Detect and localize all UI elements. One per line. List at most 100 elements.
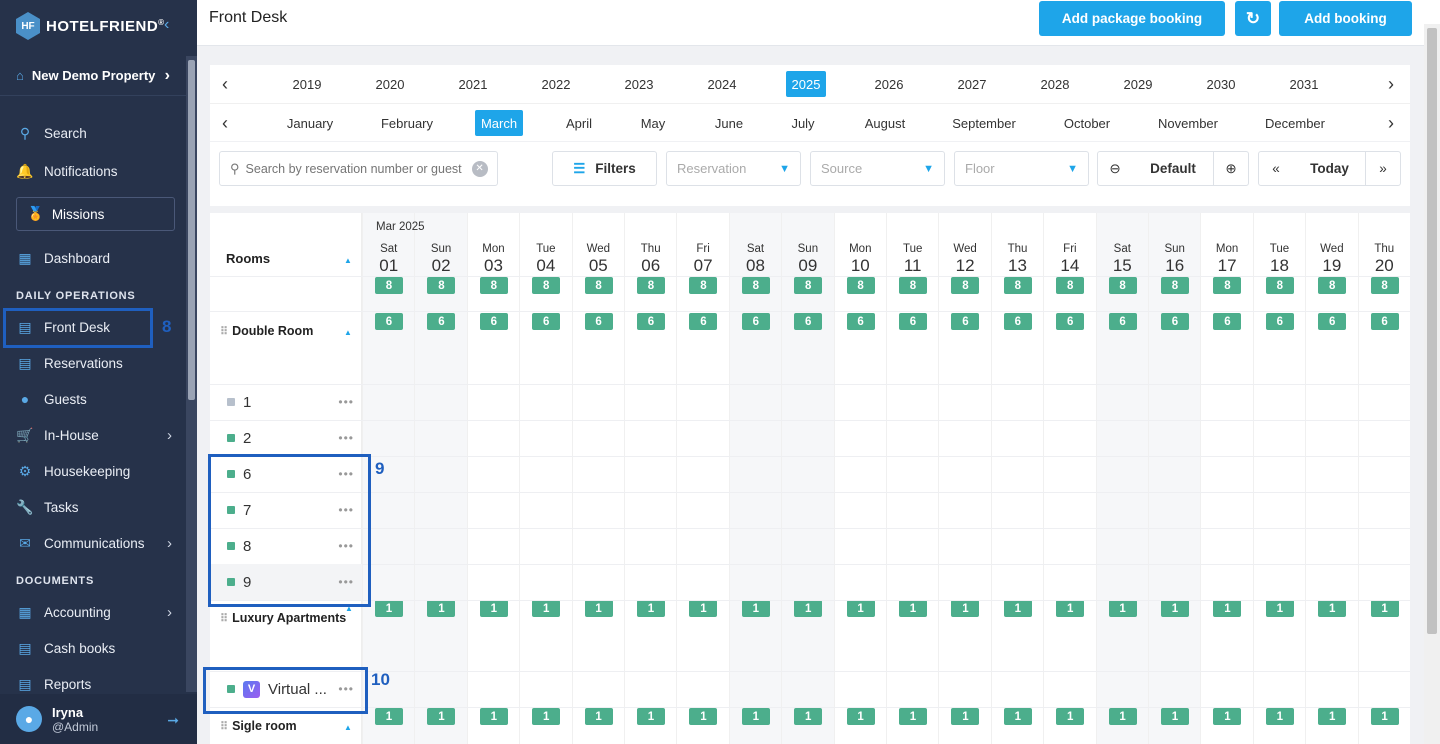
- year-2023[interactable]: 2023: [619, 71, 659, 97]
- more-options-icon[interactable]: •••: [338, 395, 354, 409]
- sidebar-item-search[interactable]: ⚲ Search: [0, 117, 186, 149]
- category-availability-badge[interactable]: 1: [741, 600, 770, 617]
- category-availability-badge[interactable]: 6: [427, 313, 456, 330]
- next-year-icon[interactable]: ›: [1388, 74, 1394, 95]
- month-october[interactable]: October: [1042, 110, 1132, 136]
- category-availability-badge[interactable]: 1: [1056, 708, 1085, 725]
- zoom-out-button[interactable]: ⊖: [1097, 151, 1133, 186]
- year-2019[interactable]: 2019: [287, 71, 327, 97]
- add-booking-button[interactable]: Add booking: [1279, 1, 1412, 36]
- category-availability-badge[interactable]: 1: [1003, 600, 1032, 617]
- zoom-in-button[interactable]: ⊕: [1213, 151, 1249, 186]
- sidebar-item-in-house[interactable]: 🛒 In-House ›: [0, 419, 186, 451]
- sidebar-item-cash-books[interactable]: ▤ Cash books: [0, 632, 186, 664]
- day-column[interactable]: Thu 20 8 6 1 1: [1357, 213, 1410, 744]
- day-column[interactable]: Wed 19 8 6 1 1: [1305, 213, 1357, 744]
- next-month-icon[interactable]: ›: [1388, 113, 1394, 134]
- category-availability-badge[interactable]: 6: [1056, 313, 1085, 330]
- month-february[interactable]: February: [362, 110, 452, 136]
- year-2026[interactable]: 2026: [869, 71, 909, 97]
- category-availability-badge[interactable]: 1: [479, 600, 508, 617]
- category-availability-badge[interactable]: 1: [846, 708, 875, 725]
- sidebar-item-notifications[interactable]: 🔔 Notifications: [0, 155, 186, 187]
- day-column[interactable]: Thu 13 8 6 1 1: [990, 213, 1043, 744]
- category-availability-badge[interactable]: 6: [479, 313, 508, 330]
- month-december[interactable]: December: [1250, 110, 1340, 136]
- logout-icon[interactable]: ➞: [167, 712, 179, 729]
- category-availability-badge[interactable]: 1: [584, 708, 613, 725]
- reservation-select[interactable]: Reservation ▼: [666, 151, 801, 186]
- day-column[interactable]: Wed 12 8 6 1 1: [938, 213, 990, 744]
- category-availability-badge[interactable]: 6: [1161, 313, 1189, 330]
- day-column[interactable]: Tue 04 8 6 1 1: [519, 213, 571, 744]
- month-september[interactable]: September: [939, 110, 1029, 136]
- category-availability-badge[interactable]: 6: [1003, 313, 1032, 330]
- category-availability-badge[interactable]: 1: [1370, 708, 1399, 725]
- day-column[interactable]: Sat 15 8 6 1 1: [1095, 213, 1148, 744]
- category-availability-badge[interactable]: 1: [899, 600, 927, 617]
- category-availability-badge[interactable]: 6: [794, 313, 823, 330]
- day-column[interactable]: Fri 07 8 6 1 1: [676, 213, 728, 744]
- category-availability-badge[interactable]: 6: [584, 313, 613, 330]
- search-input[interactable]: [245, 161, 466, 176]
- category-availability-badge[interactable]: 1: [1161, 708, 1189, 725]
- more-options-icon[interactable]: •••: [338, 431, 354, 445]
- year-2021[interactable]: 2021: [453, 71, 493, 97]
- prev-month-icon[interactable]: ‹: [222, 113, 228, 134]
- category-availability-badge[interactable]: 6: [1318, 313, 1347, 330]
- property-selector[interactable]: ⌂ New Demo Property ›: [0, 56, 186, 96]
- day-column[interactable]: Thu 06 8 6 1 1: [624, 213, 676, 744]
- day-column[interactable]: Tue 11 8 6 1 1: [886, 213, 938, 744]
- room-row[interactable]: 2 •••: [210, 420, 362, 456]
- category-availability-badge[interactable]: 1: [1213, 708, 1242, 725]
- category-availability-badge[interactable]: 1: [532, 600, 561, 617]
- day-column[interactable]: Wed 05 8 6 1 1: [571, 213, 624, 744]
- sidebar-item-dashboard[interactable]: ▦ Dashboard: [0, 242, 186, 274]
- source-select[interactable]: Source ▼: [810, 151, 945, 186]
- category-availability-badge[interactable]: 1: [637, 600, 665, 617]
- category-availability-badge[interactable]: 6: [846, 313, 875, 330]
- month-november[interactable]: November: [1143, 110, 1233, 136]
- add-package-booking-button[interactable]: Add package booking: [1039, 1, 1225, 36]
- collapse-sidebar-icon[interactable]: ‹: [164, 16, 169, 34]
- category-availability-badge[interactable]: 1: [637, 708, 665, 725]
- category-availability-badge[interactable]: 6: [637, 313, 665, 330]
- today-button[interactable]: Today: [1293, 151, 1366, 186]
- month-january[interactable]: January: [265, 110, 355, 136]
- user-panel[interactable]: ● Iryna @Admin ➞: [0, 694, 197, 744]
- category-availability-badge[interactable]: 6: [951, 313, 980, 330]
- category-availability-badge[interactable]: 6: [1108, 313, 1137, 330]
- category-availability-badge[interactable]: 1: [899, 708, 927, 725]
- year-2028[interactable]: 2028: [1035, 71, 1075, 97]
- drag-handle-icon[interactable]: ⠿: [220, 612, 228, 625]
- day-column[interactable]: Sun 16 8 6 1 1: [1148, 213, 1201, 744]
- rooms-header[interactable]: Rooms: [226, 251, 270, 266]
- category-availability-badge[interactable]: 1: [1265, 708, 1294, 725]
- sidebar-item-guests[interactable]: ● Guests: [0, 383, 186, 415]
- category-availability-badge[interactable]: 1: [794, 708, 823, 725]
- category-availability-badge[interactable]: 1: [1108, 600, 1137, 617]
- month-march[interactable]: March: [475, 110, 523, 136]
- year-2025[interactable]: 2025: [786, 71, 826, 97]
- category-header[interactable]: ⠿ Luxury Apartments: [220, 611, 346, 625]
- room-row[interactable]: 1 •••: [210, 384, 362, 420]
- drag-handle-icon[interactable]: ⠿: [220, 325, 228, 338]
- collapse-category-icon[interactable]: ▲: [344, 723, 352, 732]
- floor-select[interactable]: Floor ▼: [954, 151, 1089, 186]
- year-2020[interactable]: 2020: [370, 71, 410, 97]
- year-2027[interactable]: 2027: [952, 71, 992, 97]
- category-availability-badge[interactable]: 1: [689, 600, 718, 617]
- sort-up-icon[interactable]: ▲: [344, 256, 352, 265]
- year-2029[interactable]: 2029: [1118, 71, 1158, 97]
- category-availability-badge[interactable]: 1: [846, 600, 875, 617]
- day-column[interactable]: Sat 08 8 6 1 1: [728, 213, 782, 744]
- search-box[interactable]: ⚲ ✕: [219, 151, 498, 186]
- category-availability-badge[interactable]: 1: [1056, 600, 1085, 617]
- category-header[interactable]: ⠿ Sigle room: [220, 719, 297, 733]
- category-availability-badge[interactable]: 1: [1003, 708, 1032, 725]
- category-availability-badge[interactable]: 1: [427, 600, 456, 617]
- category-availability-badge[interactable]: 1: [1370, 600, 1399, 617]
- day-column[interactable]: Sun 02 8 6 1 1: [414, 213, 467, 744]
- day-column[interactable]: Mon 17 8 6 1 1: [1200, 213, 1252, 744]
- category-availability-badge[interactable]: 1: [1161, 600, 1189, 617]
